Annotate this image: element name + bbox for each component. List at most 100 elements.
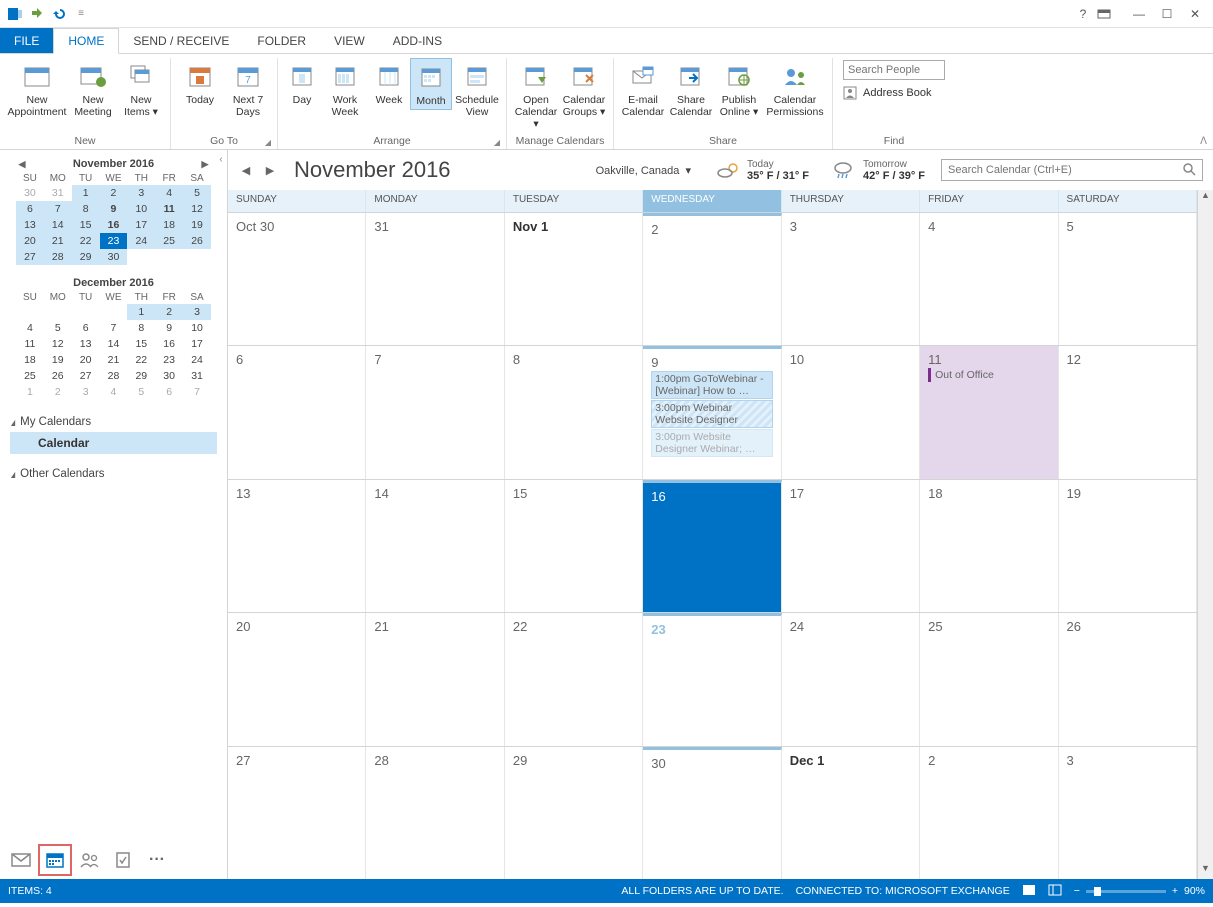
mini-day[interactable]: 7 [183, 384, 211, 400]
day-cell[interactable]: 91:00pm GoToWebinar - [Webinar] How to …… [643, 346, 781, 478]
mini-day[interactable]: 1 [16, 384, 44, 400]
schedule-view-button[interactable]: Schedule View [454, 58, 500, 120]
mini-day[interactable]: 10 [183, 320, 211, 336]
new-meeting-button[interactable]: New Meeting [70, 58, 116, 120]
day-cell[interactable]: 22 [505, 613, 643, 745]
day-cell[interactable]: 12 [1059, 346, 1197, 478]
day-cell[interactable]: 23 [643, 613, 781, 745]
mini-day[interactable]: 27 [16, 249, 44, 265]
mini-day[interactable]: 11 [155, 201, 183, 217]
scrollbar[interactable]: ▼ [1197, 212, 1213, 879]
mini-day[interactable]: 20 [16, 233, 44, 249]
mini-day[interactable]: 6 [72, 320, 100, 336]
day-cell[interactable]: 14 [366, 480, 504, 612]
mini-day[interactable]: 11 [16, 336, 44, 352]
maximize-button[interactable]: ☐ [1153, 7, 1181, 21]
qat-sendreceive-icon[interactable] [29, 6, 45, 22]
event[interactable]: 3:00pm Website Designer Webinar; … [651, 429, 772, 457]
day-cell[interactable]: 17 [782, 480, 920, 612]
mini-day[interactable]: 23 [100, 233, 128, 249]
open-calendar-button[interactable]: Open Calendar ▾ [513, 58, 559, 132]
mini-day[interactable]: 7 [44, 201, 72, 217]
mini-day[interactable]: 26 [183, 233, 211, 249]
mini-day[interactable]: 17 [183, 336, 211, 352]
calendar-permissions-button[interactable]: Calendar Permissions [764, 58, 826, 120]
mini-day[interactable] [16, 304, 44, 320]
day-cell[interactable]: 28 [366, 747, 504, 879]
zoom-in-button[interactable]: + [1172, 885, 1178, 897]
address-book-button[interactable]: Address Book [843, 86, 931, 100]
day-cell[interactable]: Dec 1 [782, 747, 920, 879]
publish-online-button[interactable]: Publish Online ▾ [716, 58, 762, 120]
mini-day[interactable]: 2 [44, 384, 72, 400]
nav-more-button[interactable]: ··· [140, 844, 174, 876]
event[interactable]: 3:00pm Webinar Website Designer [651, 400, 772, 428]
mini-day[interactable]: 30 [100, 249, 128, 265]
mini-day[interactable]: 14 [44, 217, 72, 233]
mini-day[interactable]: 18 [16, 352, 44, 368]
mini-day[interactable]: 4 [16, 320, 44, 336]
mini-day[interactable]: 13 [16, 217, 44, 233]
mini-day[interactable]: 25 [155, 233, 183, 249]
next7days-button[interactable]: 7Next 7 Days [225, 58, 271, 120]
day-cell[interactable]: 29 [505, 747, 643, 879]
qat-undo-icon[interactable] [51, 6, 67, 22]
tab-addins[interactable]: ADD-INS [379, 28, 456, 53]
mini-day[interactable]: 5 [44, 320, 72, 336]
day-cell[interactable]: 19 [1059, 480, 1197, 612]
my-calendars-group[interactable]: My Calendars [10, 412, 217, 432]
nav-people-button[interactable] [72, 844, 106, 876]
mini-day[interactable]: 5 [183, 185, 211, 201]
new-items-button[interactable]: New Items ▾ [118, 58, 164, 120]
day-cell[interactable]: Oct 30 [228, 213, 366, 345]
help-button[interactable]: ? [1069, 7, 1097, 21]
mini-day[interactable]: 28 [44, 249, 72, 265]
mini-day[interactable] [127, 249, 155, 265]
mini-day[interactable]: 21 [100, 352, 128, 368]
tab-view[interactable]: VIEW [320, 28, 379, 53]
mini-day[interactable]: 5 [127, 384, 155, 400]
mini-day[interactable]: 30 [16, 185, 44, 201]
share-calendar-button[interactable]: Share Calendar [668, 58, 714, 120]
mini-day[interactable]: 12 [44, 336, 72, 352]
mini-day[interactable]: 4 [100, 384, 128, 400]
weather-location[interactable]: Oakville, Canada ▾ [596, 164, 691, 177]
day-cell[interactable]: 11Out of Office [920, 346, 1058, 478]
next-icon[interactable]: ▶ [199, 159, 211, 170]
work-week-button[interactable]: Work Week [322, 58, 368, 120]
mini-day[interactable]: 18 [155, 217, 183, 233]
mini-day[interactable]: 26 [44, 368, 72, 384]
close-button[interactable]: ✕ [1181, 7, 1209, 21]
zoom-slider[interactable]: − + 90% [1074, 885, 1205, 897]
day-cell[interactable]: 20 [228, 613, 366, 745]
event[interactable]: 1:00pm GoToWebinar - [Webinar] How to … [651, 371, 772, 399]
day-cell[interactable]: 15 [505, 480, 643, 612]
prev-icon[interactable]: ◀ [16, 159, 28, 170]
tab-send-receive[interactable]: SEND / RECEIVE [119, 28, 243, 53]
zoom-out-button[interactable]: − [1074, 885, 1080, 897]
mini-day[interactable]: 1 [127, 304, 155, 320]
next-month-button[interactable]: ▶ [262, 164, 278, 177]
month-button[interactable]: Month [410, 58, 452, 110]
mini-day[interactable]: 20 [72, 352, 100, 368]
mini-day[interactable] [100, 304, 128, 320]
day-cell[interactable]: 18 [920, 480, 1058, 612]
day-button[interactable]: Day [284, 58, 320, 108]
mini-day[interactable]: 29 [127, 368, 155, 384]
mini-day[interactable] [183, 249, 211, 265]
mini-day[interactable]: 28 [100, 368, 128, 384]
nav-calendar-button[interactable] [38, 844, 72, 876]
mini-day[interactable]: 29 [72, 249, 100, 265]
collapse-ribbon-button[interactable]: ᐱ [1200, 136, 1207, 147]
day-cell[interactable]: 5 [1059, 213, 1197, 345]
mini-day[interactable]: 24 [127, 233, 155, 249]
nav-mail-button[interactable] [4, 844, 38, 876]
mini-day[interactable]: 16 [155, 336, 183, 352]
month-grid[interactable]: Oct 3031Nov 1234567891:00pm GoToWebinar … [228, 212, 1197, 879]
mini-day[interactable]: 2 [155, 304, 183, 320]
search-calendar[interactable] [941, 159, 1203, 181]
mini-day[interactable]: 1 [72, 185, 100, 201]
mini-day[interactable]: 3 [127, 185, 155, 201]
day-cell[interactable]: 4 [920, 213, 1058, 345]
day-cell[interactable]: 21 [366, 613, 504, 745]
